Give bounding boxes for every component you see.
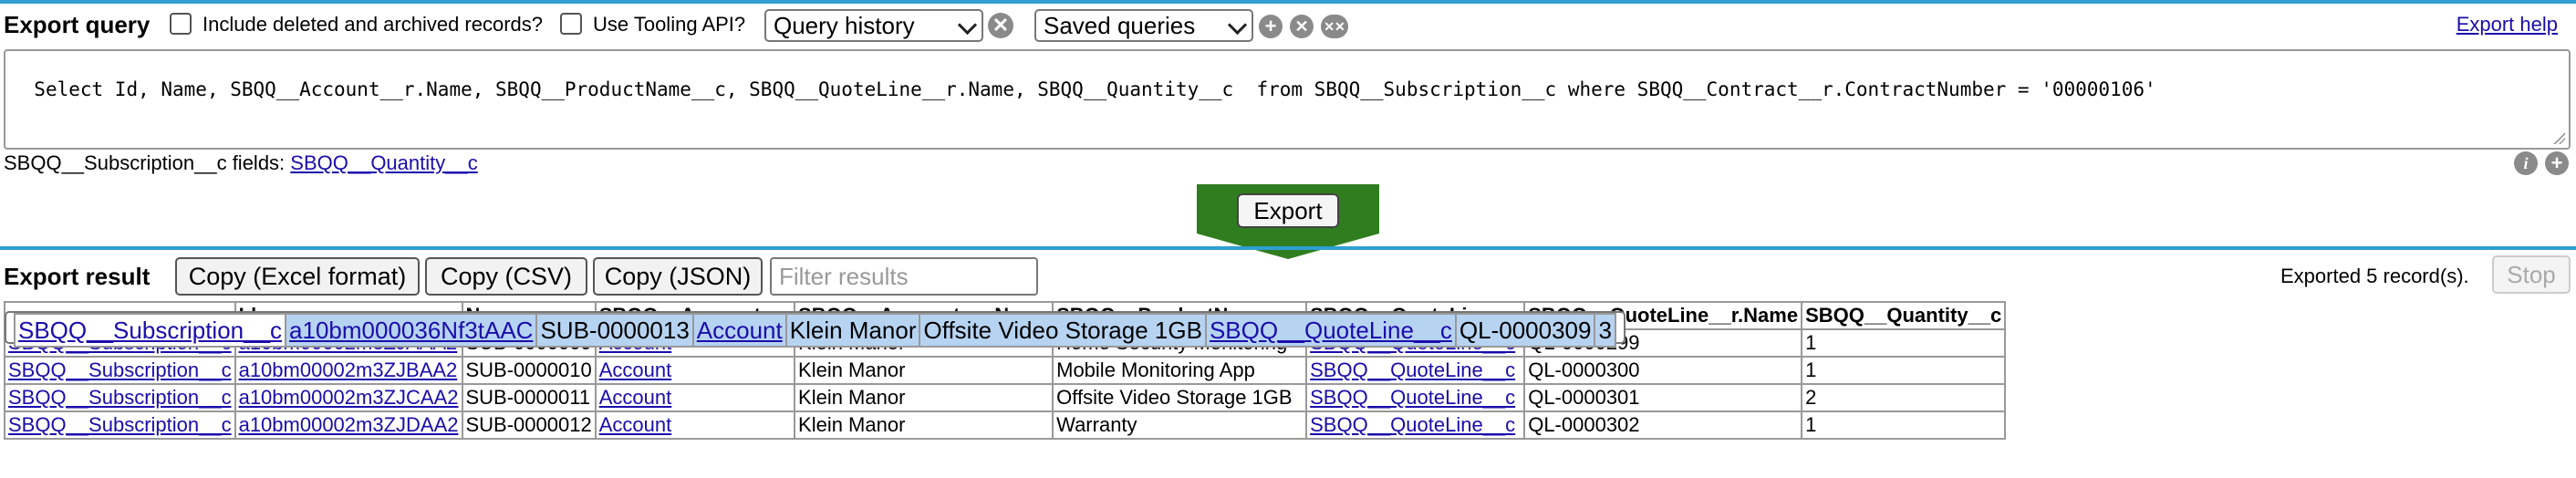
saved-queries-select[interactable]: Saved queries — [1034, 9, 1253, 42]
quote-line-link[interactable]: SBQQ__QuoteLine__c — [1210, 317, 1452, 344]
export-status: Exported 5 record(s). — [2280, 265, 2469, 287]
quote-line-name-cell: QL-0000302 — [1523, 410, 1803, 440]
top-accent-line — [0, 0, 2576, 4]
quantity-cell: 3 — [1594, 313, 1616, 348]
quote-line-name-cell: QL-0000301 — [1523, 383, 1803, 412]
result-separator — [0, 246, 2576, 250]
account-link[interactable]: Account — [599, 413, 672, 436]
account-name-cell: Klein Manor — [784, 313, 921, 348]
page-title: Export query — [4, 11, 151, 38]
account-link[interactable]: Account — [599, 386, 672, 409]
quote-line-name-cell: QL-0000300 — [1523, 356, 1803, 385]
tooling-api-checkbox[interactable] — [560, 13, 582, 35]
copy-excel-button[interactable]: Copy (Excel format) — [175, 257, 420, 296]
include-deleted-checkbox[interactable] — [170, 13, 192, 35]
record-id-link[interactable]: a10bm00002m3ZJBAA2 — [239, 358, 458, 381]
quantity-cell: 1 — [1801, 410, 2007, 440]
quote-line-link[interactable]: SBQQ__QuoteLine__c — [1310, 358, 1515, 381]
quantity-cell: 1 — [1801, 356, 2007, 385]
saved-queries-value: Saved queries — [1044, 12, 1196, 39]
stop-button[interactable]: Stop — [2492, 255, 2571, 294]
query-history-select[interactable]: Query history — [764, 9, 983, 42]
fields-hint: SBQQ__Subscription__c fields: SBQQ__Quan… — [4, 151, 478, 175]
account-name-cell: Klein Manor — [794, 383, 1054, 412]
object-type-link[interactable]: SBQQ__Subscription__c — [8, 386, 232, 409]
filter-results-input[interactable]: Filter results — [770, 257, 1038, 296]
query-history-value: Query history — [774, 12, 915, 39]
record-id-link[interactable]: a10bm00002m3ZJCAA2 — [239, 386, 459, 409]
name-cell: SUB-0000013 — [535, 313, 694, 348]
copy-json-button[interactable]: Copy (JSON) — [593, 257, 763, 296]
query-textarea[interactable]: Select Id, Name, SBQQ__Account__r.Name, … — [4, 49, 2571, 150]
object-type-link[interactable]: SBQQ__Subscription__c — [8, 413, 232, 436]
record-id-link[interactable]: a10bm00002m3ZJDAA2 — [239, 413, 459, 436]
product-name-cell: Mobile Monitoring App — [1052, 356, 1308, 385]
name-cell: SUB-0000010 — [461, 356, 597, 385]
object-type-link[interactable]: SBQQ__Subscription__c — [18, 317, 282, 344]
table-row[interactable]: SBQQ__Subscription__c a10bm00002m3ZJCAA2… — [4, 383, 2007, 412]
product-name-cell: Offsite Video Storage 1GB — [919, 313, 1207, 348]
quote-line-link[interactable]: SBQQ__QuoteLine__c — [1310, 413, 1515, 436]
account-link[interactable]: Account — [599, 358, 672, 381]
add-query-icon[interactable]: + — [1259, 15, 1283, 38]
product-name-cell: Offsite Video Storage 1GB — [1052, 383, 1308, 412]
export-button[interactable]: Export — [1237, 193, 1339, 228]
query-text: Select Id, Name, SBQQ__Account__r.Name, … — [34, 78, 2156, 100]
clear-history-icon[interactable]: ✕ — [988, 13, 1013, 38]
account-name-cell: Klein Manor — [794, 410, 1054, 440]
resize-handle-icon[interactable] — [2552, 131, 2565, 144]
table-row-selected[interactable]: SBQQ__Subscription__c a10bm000036Nf3tAAC… — [5, 311, 1626, 348]
table-row[interactable]: SBQQ__Subscription__c a10bm00002m3ZJBAA2… — [4, 356, 2007, 385]
name-cell: SUB-0000011 — [461, 383, 597, 412]
fields-hint-prefix: SBQQ__Subscription__c fields: — [4, 151, 291, 174]
chevron-down-icon — [1227, 15, 1248, 36]
result-table: Id Name SBQQ__Account__r SBQQ__Account__… — [4, 301, 2007, 440]
result-title: Export result — [4, 263, 151, 290]
account-link[interactable]: Account — [697, 317, 783, 344]
quote-line-name-cell: QL-0000309 — [1454, 313, 1596, 348]
export-help-link[interactable]: Export help — [2457, 13, 2558, 36]
product-name-cell: Warranty — [1052, 410, 1308, 440]
record-id-link[interactable]: a10bm000036Nf3tAAC — [289, 317, 533, 344]
account-name-cell: Klein Manor — [794, 356, 1054, 385]
chevron-down-icon — [957, 15, 978, 36]
quantity-cell: 1 — [1801, 328, 2007, 358]
remove-query-icon[interactable]: ✕ — [1290, 15, 1314, 38]
remove-all-queries-icon[interactable]: ✕✕ — [1321, 15, 1348, 38]
expand-fields-icon[interactable]: + — [2545, 151, 2569, 175]
copy-csv-button[interactable]: Copy (CSV) — [425, 257, 587, 296]
field-suggestion-link[interactable]: SBQQ__Quantity__c — [290, 151, 477, 174]
name-cell: SUB-0000012 — [461, 410, 597, 440]
quote-line-link[interactable]: SBQQ__QuoteLine__c — [1310, 386, 1515, 409]
info-icon[interactable]: i — [2514, 151, 2538, 175]
tooling-api-label: Use Tooling API? — [593, 13, 746, 36]
column-header: SBQQ__Quantity__c — [1801, 301, 2007, 330]
object-type-link[interactable]: SBQQ__Subscription__c — [8, 358, 232, 381]
table-row[interactable]: SBQQ__Subscription__c a10bm00002m3ZJDAA2… — [4, 410, 2007, 440]
quantity-cell: 2 — [1801, 383, 2007, 412]
include-deleted-label: Include deleted and archived records? — [203, 13, 544, 36]
